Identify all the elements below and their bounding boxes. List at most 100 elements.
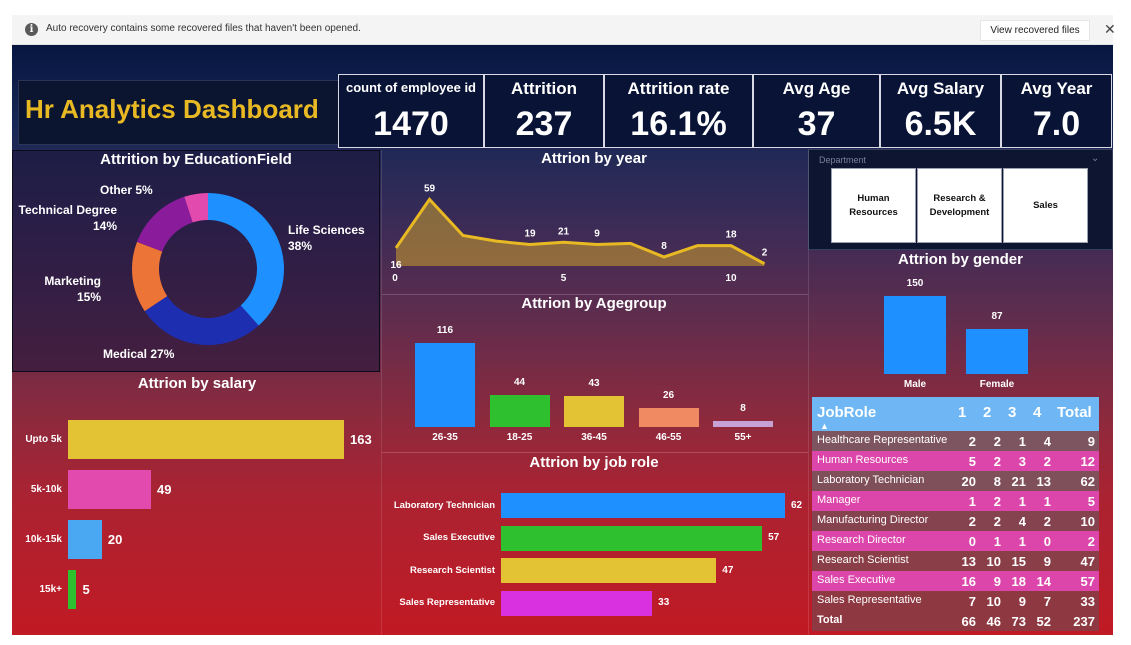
agegroup-bar[interactable]	[638, 408, 699, 427]
sort-ascending-icon[interactable]: ▲	[820, 421, 829, 431]
year-data-label: 8	[661, 241, 667, 252]
table-row[interactable]: Research Director 0 1 1 0 2	[812, 531, 1099, 551]
table-cell-value: 13	[1036, 474, 1051, 489]
salary-category-label: 15k+	[39, 583, 62, 595]
gender-value-label: 87	[991, 310, 1003, 322]
donut-slice-technical-degree[interactable]	[137, 196, 193, 252]
table-row[interactable]: Healthcare Representative 2 2 1 4 9	[812, 431, 1099, 451]
label-technical-degree: Technical Degree 14%	[18, 203, 117, 233]
salary-bar[interactable]	[68, 470, 151, 509]
salary-category-label: Upto 5k	[25, 433, 62, 445]
agegroup-bar[interactable]	[564, 395, 624, 427]
agegroup-bar[interactable]	[713, 421, 773, 427]
table-cell-jobrole: Human Resources	[817, 454, 909, 466]
table-cell-value: 2	[1043, 454, 1051, 469]
salary-bar[interactable]	[68, 520, 102, 559]
table-cell-value: 9	[1043, 554, 1051, 569]
salary-bar-chart[interactable]: Upto 5k 163 5k-10k 49 10k-15k 20 15k+ 5	[12, 395, 382, 635]
table-cell-jobrole: Research Director	[817, 534, 906, 546]
column-header-3[interactable]: 3	[1008, 404, 1016, 421]
agegroup-value-label: 26	[662, 390, 675, 402]
table-cell-value: 237	[1073, 614, 1095, 629]
table-row[interactable]: Manufacturing Director 2 2 4 2 10	[812, 511, 1099, 531]
table-row[interactable]: Research Scientist 13 10 15 9 47	[812, 551, 1099, 571]
donut-slice-life-sciences[interactable]	[208, 193, 284, 326]
table-cell-value: 2	[1043, 514, 1051, 529]
gender-bar[interactable]	[884, 296, 946, 374]
jobrole-value-label: 33	[658, 597, 670, 608]
jobrole-bar[interactable]	[501, 590, 653, 616]
info-icon: i	[25, 23, 38, 36]
table-cell-value: 47	[1080, 554, 1095, 569]
label-marketing: Marketing 15%	[44, 274, 101, 304]
table-cell-value: 10	[1080, 514, 1095, 529]
slicer-option-sales[interactable]: Sales	[1003, 168, 1088, 243]
table-row[interactable]: Laboratory Technician 20 8 21 13 62	[812, 471, 1099, 491]
table-cell-value: 52	[1036, 614, 1051, 629]
table-cell-jobrole: Manufacturing Director	[817, 514, 929, 526]
donut-slice-medical[interactable]	[144, 296, 259, 345]
table-row[interactable]: Sales Executive 16 9 18 14 57	[812, 571, 1099, 591]
slicer-header: Department	[819, 155, 867, 165]
jobrole-bar-chart[interactable]: Laboratory Technician 62 Sales Executive 57…	[382, 475, 808, 635]
agegroup-bar[interactable]	[489, 395, 550, 427]
jobrole-value-label: 47	[722, 564, 734, 576]
jobrole-category-label: Laboratory Technician	[393, 499, 495, 511]
year-chart-title: Attrion by year	[541, 150, 647, 167]
table-total-row[interactable]: Total 66 46 73 52 237	[812, 611, 1099, 631]
salary-category-label: 5k-10k	[30, 483, 62, 495]
year-tick-label: 5	[561, 273, 567, 284]
table-cell-value: 1	[1043, 494, 1051, 509]
table-cell-jobrole: Total	[817, 614, 843, 626]
agegroup-category-label: 46-55	[655, 432, 682, 443]
gender-value-label: 150	[906, 278, 924, 289]
gender-bar-chart[interactable]: 150 Male 87 Female	[808, 271, 1113, 397]
year-data-label: 16	[390, 260, 402, 271]
agegroup-category-label: 26-35	[432, 432, 458, 443]
recovery-notification-bar: i Auto recovery contains some recovered …	[12, 15, 1116, 45]
slicer-option-research-development[interactable]: Research & Development	[917, 168, 1002, 243]
slicer-option-human-resources[interactable]: Human Resources	[831, 168, 916, 243]
table-row[interactable]: Sales Representative 7 10 9 7 33	[812, 591, 1099, 611]
salary-bar[interactable]	[68, 570, 77, 609]
column-header-jobrole[interactable]: JobRole	[817, 404, 876, 421]
column-header-total[interactable]: Total	[1057, 404, 1092, 421]
column-header-2[interactable]: 2	[983, 404, 991, 421]
gender-bar[interactable]	[966, 328, 1028, 374]
gender-chart-title: Attrion by gender	[897, 251, 1023, 268]
column-header-4[interactable]: 4	[1033, 404, 1041, 421]
agegroup-chart-title: Attrion by Agegroup	[521, 295, 667, 312]
table-cell-value: 62	[1080, 474, 1095, 489]
attrition-area-fill	[396, 199, 765, 266]
label-other: Other 5%	[100, 183, 153, 197]
jobrole-bar[interactable]	[501, 558, 717, 583]
year-tick-label: 0	[392, 273, 398, 284]
view-recovered-files-button[interactable]: View recovered files	[980, 20, 1090, 41]
column-header-1[interactable]: 1	[958, 404, 966, 421]
table-cell-value: 9	[1087, 434, 1095, 449]
agegroup-category-label: 18-25	[506, 432, 533, 443]
salary-value-label: 49	[156, 482, 172, 497]
table-cell-jobrole: Sales Executive	[817, 574, 896, 586]
jobrole-bar[interactable]	[501, 493, 785, 518]
year-data-label: 9	[594, 229, 600, 240]
agegroup-bar-chart[interactable]: 116 26-35 44 18-25 43 36-45 26 46-55 8 55+	[382, 315, 806, 445]
agegroup-value-label: 8	[740, 403, 746, 415]
table-cell-value: 57	[1080, 574, 1095, 589]
table-cell-value: 2	[1087, 534, 1095, 549]
agegroup-bar[interactable]	[415, 343, 475, 427]
year-area-chart[interactable]: 16 59 19 21 9 8 18 2 0 5 10	[382, 170, 806, 290]
table-cell-value: 5	[1087, 494, 1095, 509]
table-row[interactable]: Manager 1 2 1 1 5	[812, 491, 1099, 511]
label-medical: Medical 27%	[103, 347, 175, 361]
table-row[interactable]: Human Resources 5 2 3 2 12	[812, 451, 1099, 471]
chevron-down-icon[interactable]: ⌄	[1091, 153, 1099, 164]
close-icon[interactable]: ✕	[1104, 21, 1116, 37]
gender-category-label: Male	[903, 379, 927, 390]
divider	[808, 150, 809, 635]
report-canvas: Hr Analytics Dashboard count of employee…	[12, 45, 1113, 635]
salary-category-label: 10k-15k	[25, 533, 62, 545]
jobrole-bar[interactable]	[501, 525, 763, 551]
salary-bar[interactable]	[68, 420, 344, 459]
table-cell-value: 12	[1080, 454, 1095, 469]
